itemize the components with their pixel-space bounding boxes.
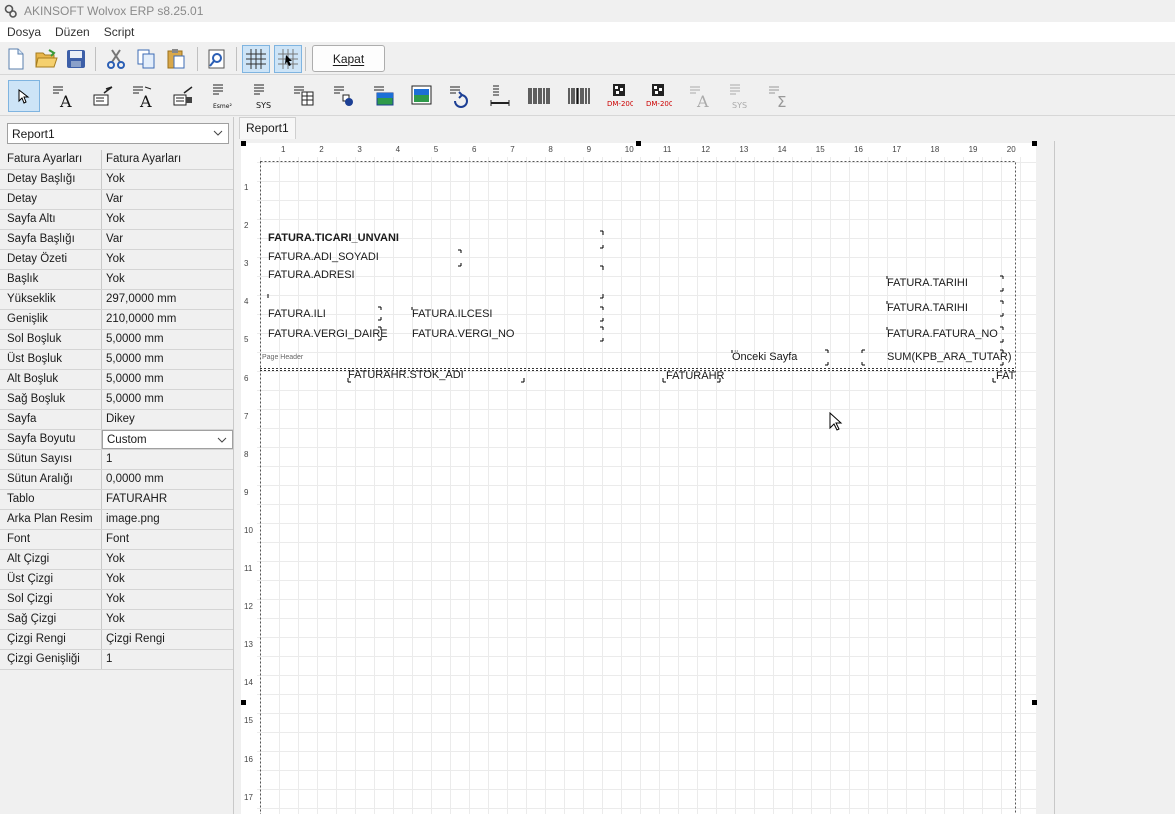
mouse-cursor-icon bbox=[829, 412, 843, 431]
field-corner-marks bbox=[267, 230, 1004, 383]
